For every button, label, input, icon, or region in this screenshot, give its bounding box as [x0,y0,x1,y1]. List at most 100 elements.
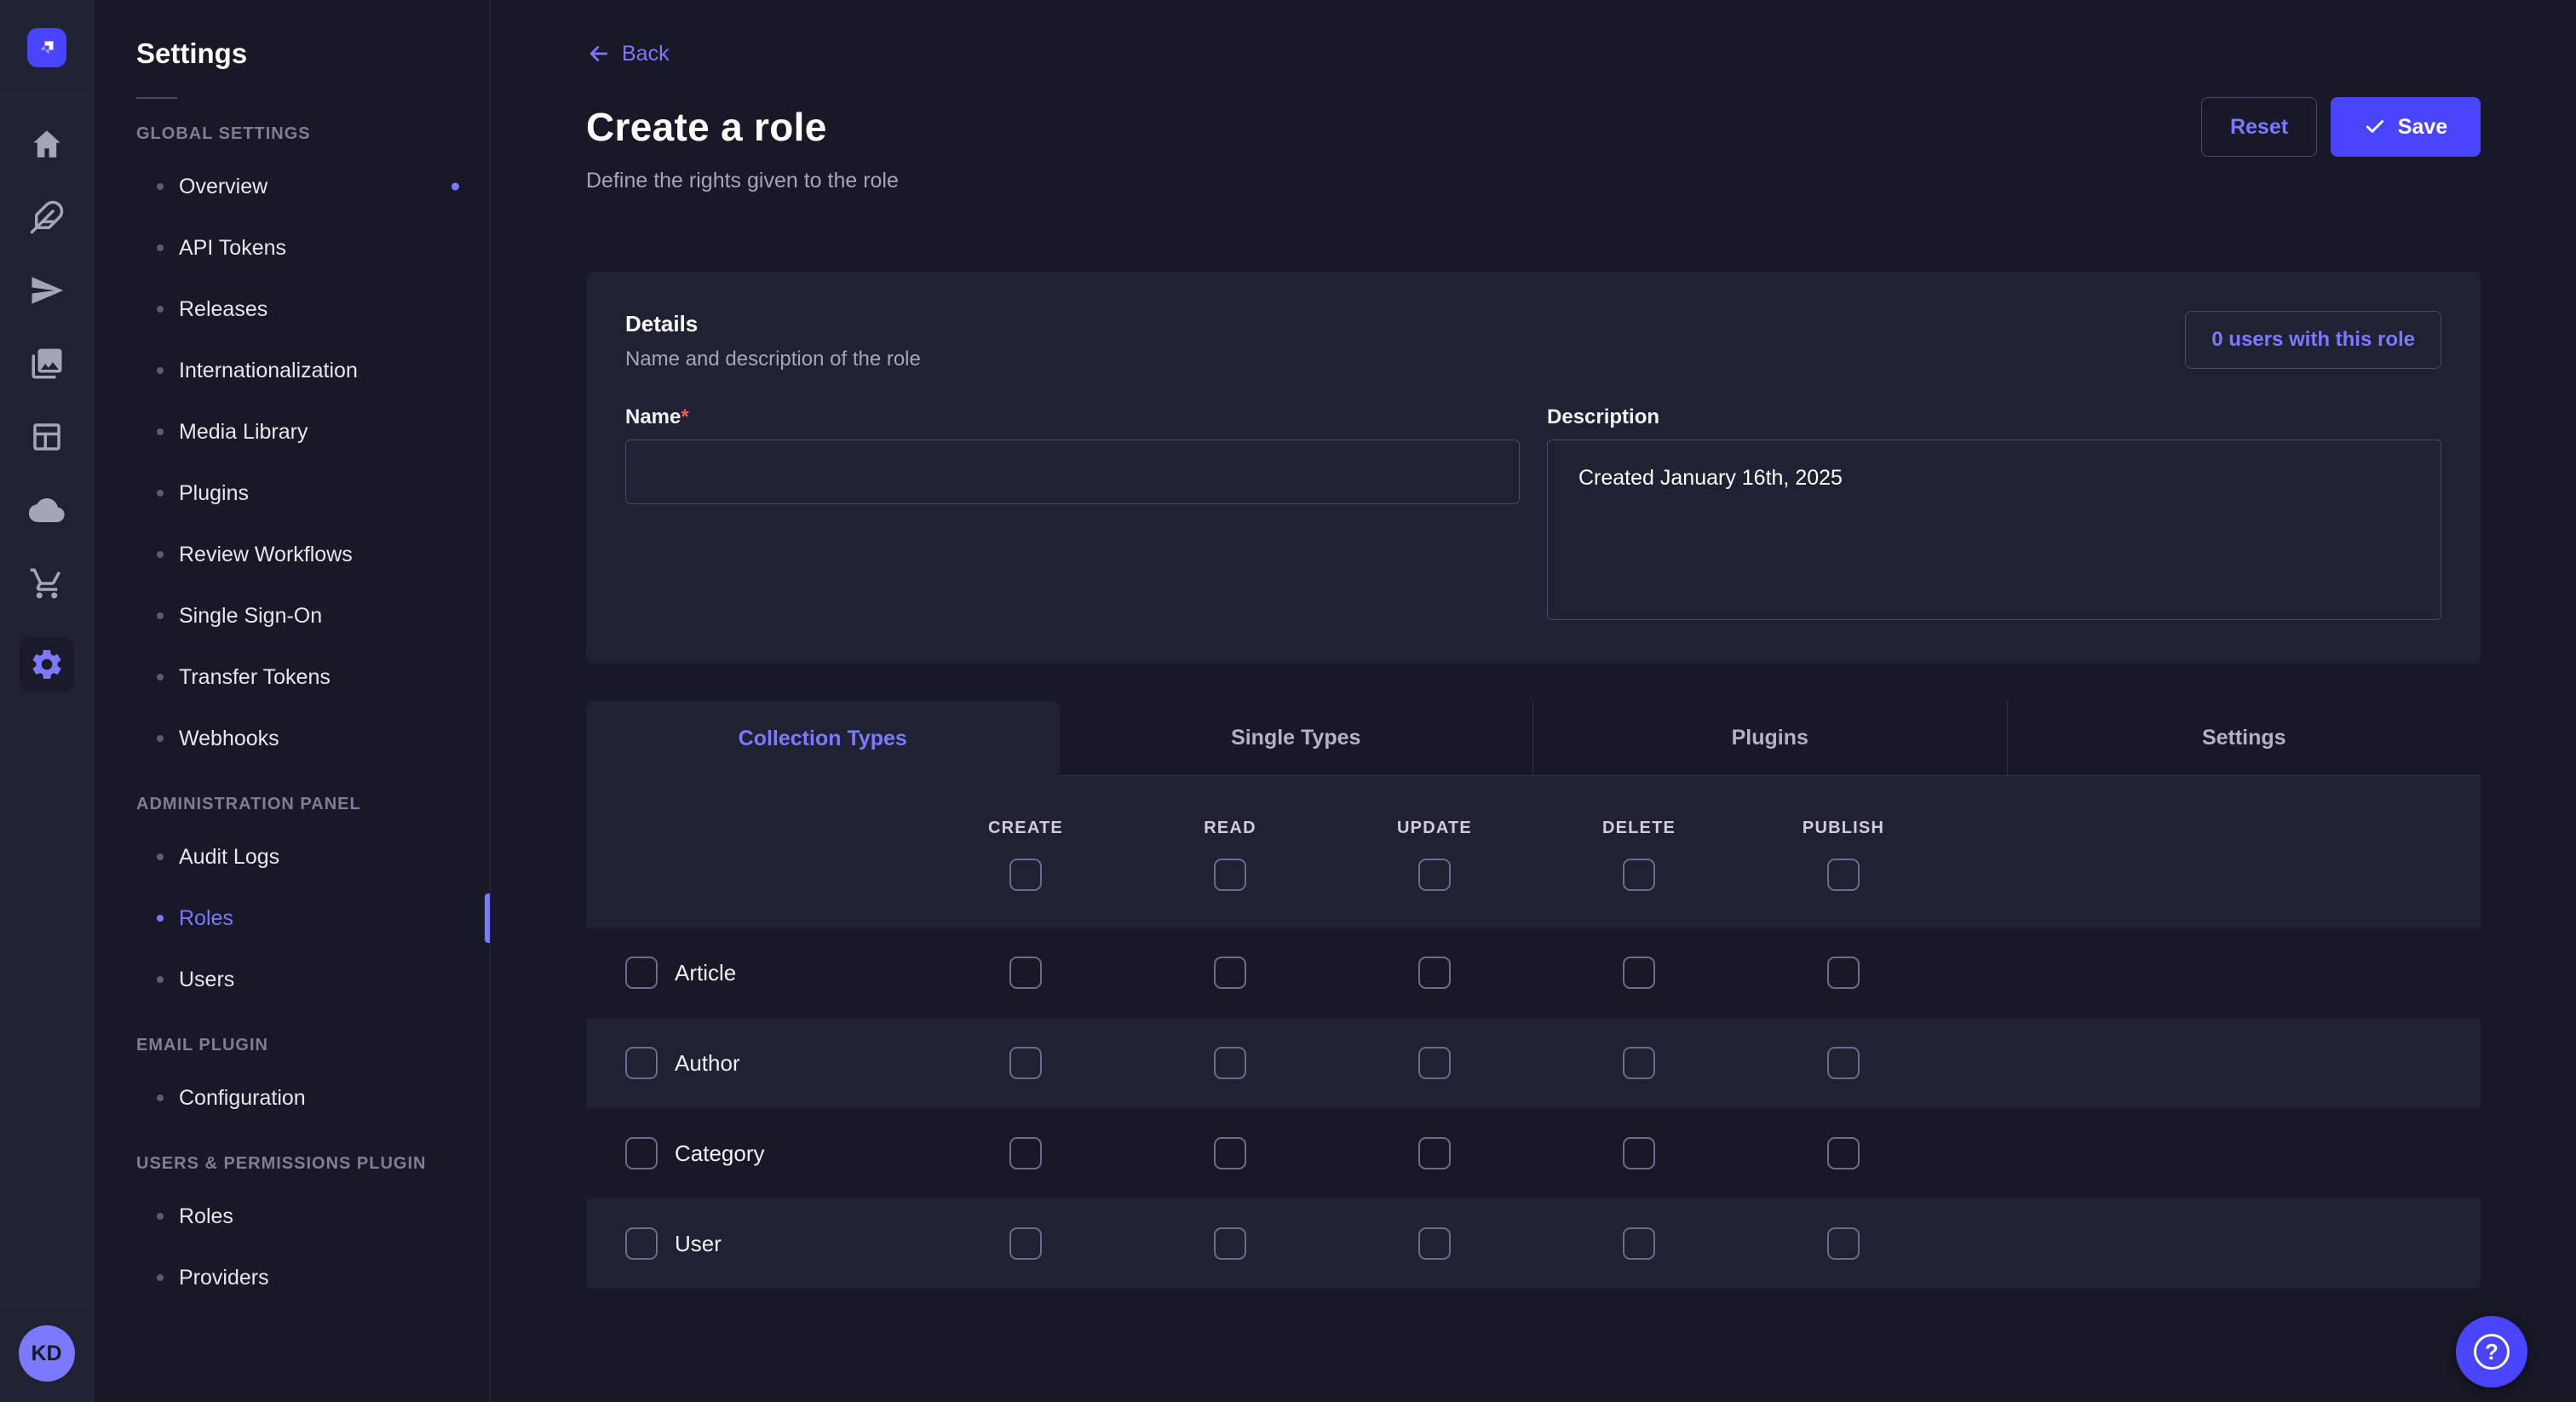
reset-button[interactable]: Reset [2201,97,2317,157]
sidebar-item-media-library[interactable]: Media Library [94,401,490,463]
permission-column-update: UPDATE [1332,813,1537,891]
permission-cell [1537,1227,1741,1260]
strapi-admin-app: KD Settings GLOBAL SETTINGSOverviewAPI T… [0,0,2576,1402]
user-create-checkbox[interactable] [1009,1227,1042,1260]
author-delete-checkbox[interactable] [1623,1047,1655,1079]
marketplace-cart-icon[interactable] [27,564,66,603]
sidebar-item-providers[interactable]: Providers [94,1247,490,1308]
description-textarea[interactable]: Created January 16th, 2025 [1547,440,2441,620]
row-select-checkbox[interactable] [625,957,658,989]
sidebar-item-configuration[interactable]: Configuration [94,1067,490,1129]
check-icon [2364,116,2386,138]
cloud-icon[interactable] [27,491,66,530]
category-read-checkbox[interactable] [1214,1137,1246,1169]
user-delete-checkbox[interactable] [1623,1227,1655,1260]
category-delete-checkbox[interactable] [1623,1137,1655,1169]
sidebar-item-label: Media Library [179,420,308,445]
permission-cell [923,957,1128,989]
tab-settings[interactable]: Settings [2007,701,2481,776]
sidebar-item-label: Users [179,968,234,992]
select-all-delete-checkbox[interactable] [1623,859,1655,891]
bullet-icon [157,244,164,251]
select-all-update-checkbox[interactable] [1418,859,1451,891]
sidebar-item-releases[interactable]: Releases [94,279,490,340]
article-read-checkbox[interactable] [1214,957,1246,989]
sidebar-item-review-workflows[interactable]: Review Workflows [94,524,490,585]
article-delete-checkbox[interactable] [1623,957,1655,989]
sidebar-item-label: Review Workflows [179,543,353,567]
details-card: Details Name and description of the role… [586,272,2481,664]
sidebar-item-roles[interactable]: Roles [94,1186,490,1247]
permissions-header-row: CREATEREADUPDATEDELETEPUBLISH [586,776,2481,928]
permission-cell [1741,1227,1946,1260]
sidebar-item-roles[interactable]: Roles [94,888,490,949]
sidebar-item-label: Plugins [179,481,249,506]
sidebar-item-label: API Tokens [179,236,286,261]
sidebar-item-internationalization[interactable]: Internationalization [94,340,490,401]
back-link[interactable]: Back [586,41,670,66]
sidebar-item-audit-logs[interactable]: Audit Logs [94,826,490,888]
bullet-icon [157,853,164,860]
permissions-card: CREATEREADUPDATEDELETEPUBLISH ArticleAut… [586,776,2481,1289]
row-select-checkbox[interactable] [625,1137,658,1169]
permission-column-label: DELETE [1602,819,1676,838]
article-create-checkbox[interactable] [1009,957,1042,989]
user-read-checkbox[interactable] [1214,1227,1246,1260]
category-update-checkbox[interactable] [1418,1137,1451,1169]
sidebar-item-overview[interactable]: Overview [94,156,490,217]
category-create-checkbox[interactable] [1009,1137,1042,1169]
layout-builder-icon[interactable] [27,417,66,457]
sidebar-item-transfer-tokens[interactable]: Transfer Tokens [94,646,490,708]
author-create-checkbox[interactable] [1009,1047,1042,1079]
select-all-read-checkbox[interactable] [1214,859,1246,891]
tab-collection-types[interactable]: Collection Types [586,701,1060,776]
sidebar-item-users[interactable]: Users [94,949,490,1010]
content-type-label: Category [675,1141,765,1167]
description-label: Description [1547,405,2441,429]
home-icon[interactable] [27,124,66,164]
strapi-logo[interactable] [27,28,66,67]
bullet-icon [157,306,164,313]
category-publish-checkbox[interactable] [1827,1137,1860,1169]
row-name-cell: User [625,1227,923,1260]
user-avatar[interactable]: KD [19,1325,75,1382]
row-select-checkbox[interactable] [625,1047,658,1079]
row-select-checkbox[interactable] [625,1227,658,1260]
sidebar-item-label: Roles [179,1204,233,1229]
author-update-checkbox[interactable] [1418,1047,1451,1079]
author-read-checkbox[interactable] [1214,1047,1246,1079]
article-update-checkbox[interactable] [1418,957,1451,989]
users-with-role-button[interactable]: 0 users with this role [2185,311,2441,369]
media-library-icon[interactable] [27,344,66,383]
tab-plugins[interactable]: Plugins [1532,701,2007,776]
sidebar-item-webhooks[interactable]: Webhooks [94,708,490,769]
page-header: Create a role Reset Save [586,97,2481,157]
sidebar-item-single-sign-on[interactable]: Single Sign-On [94,585,490,646]
subnav-title: Settings [94,0,490,70]
select-all-publish-checkbox[interactable] [1827,859,1860,891]
sidebar-item-label: Audit Logs [179,845,279,870]
user-update-checkbox[interactable] [1418,1227,1451,1260]
sidebar-item-plugins[interactable]: Plugins [94,463,490,524]
sidebar-item-label: Internationalization [179,359,358,383]
user-publish-checkbox[interactable] [1827,1227,1860,1260]
sidebar-item-label: Webhooks [179,727,279,751]
article-publish-checkbox[interactable] [1827,957,1860,989]
tab-single-types[interactable]: Single Types [1060,701,1533,776]
content-type-label: Author [675,1050,740,1077]
sidebar-item-label: Roles [179,906,233,931]
select-all-create-checkbox[interactable] [1009,859,1042,891]
arrow-left-icon [586,41,612,66]
content-feather-icon[interactable] [27,198,66,237]
save-button[interactable]: Save [2331,97,2481,157]
name-input[interactable] [625,440,1520,504]
bullet-icon [157,612,164,619]
help-button[interactable]: ? [2456,1316,2527,1388]
rail-bottom: KD [0,1306,93,1402]
subnav-sections: GLOBAL SETTINGSOverviewAPI TokensRelease… [94,124,490,1308]
permission-cell [1332,1137,1537,1169]
author-publish-checkbox[interactable] [1827,1047,1860,1079]
sidebar-item-api-tokens[interactable]: API Tokens [94,217,490,279]
send-plane-icon[interactable] [27,271,66,310]
settings-gear-icon[interactable] [20,637,74,692]
